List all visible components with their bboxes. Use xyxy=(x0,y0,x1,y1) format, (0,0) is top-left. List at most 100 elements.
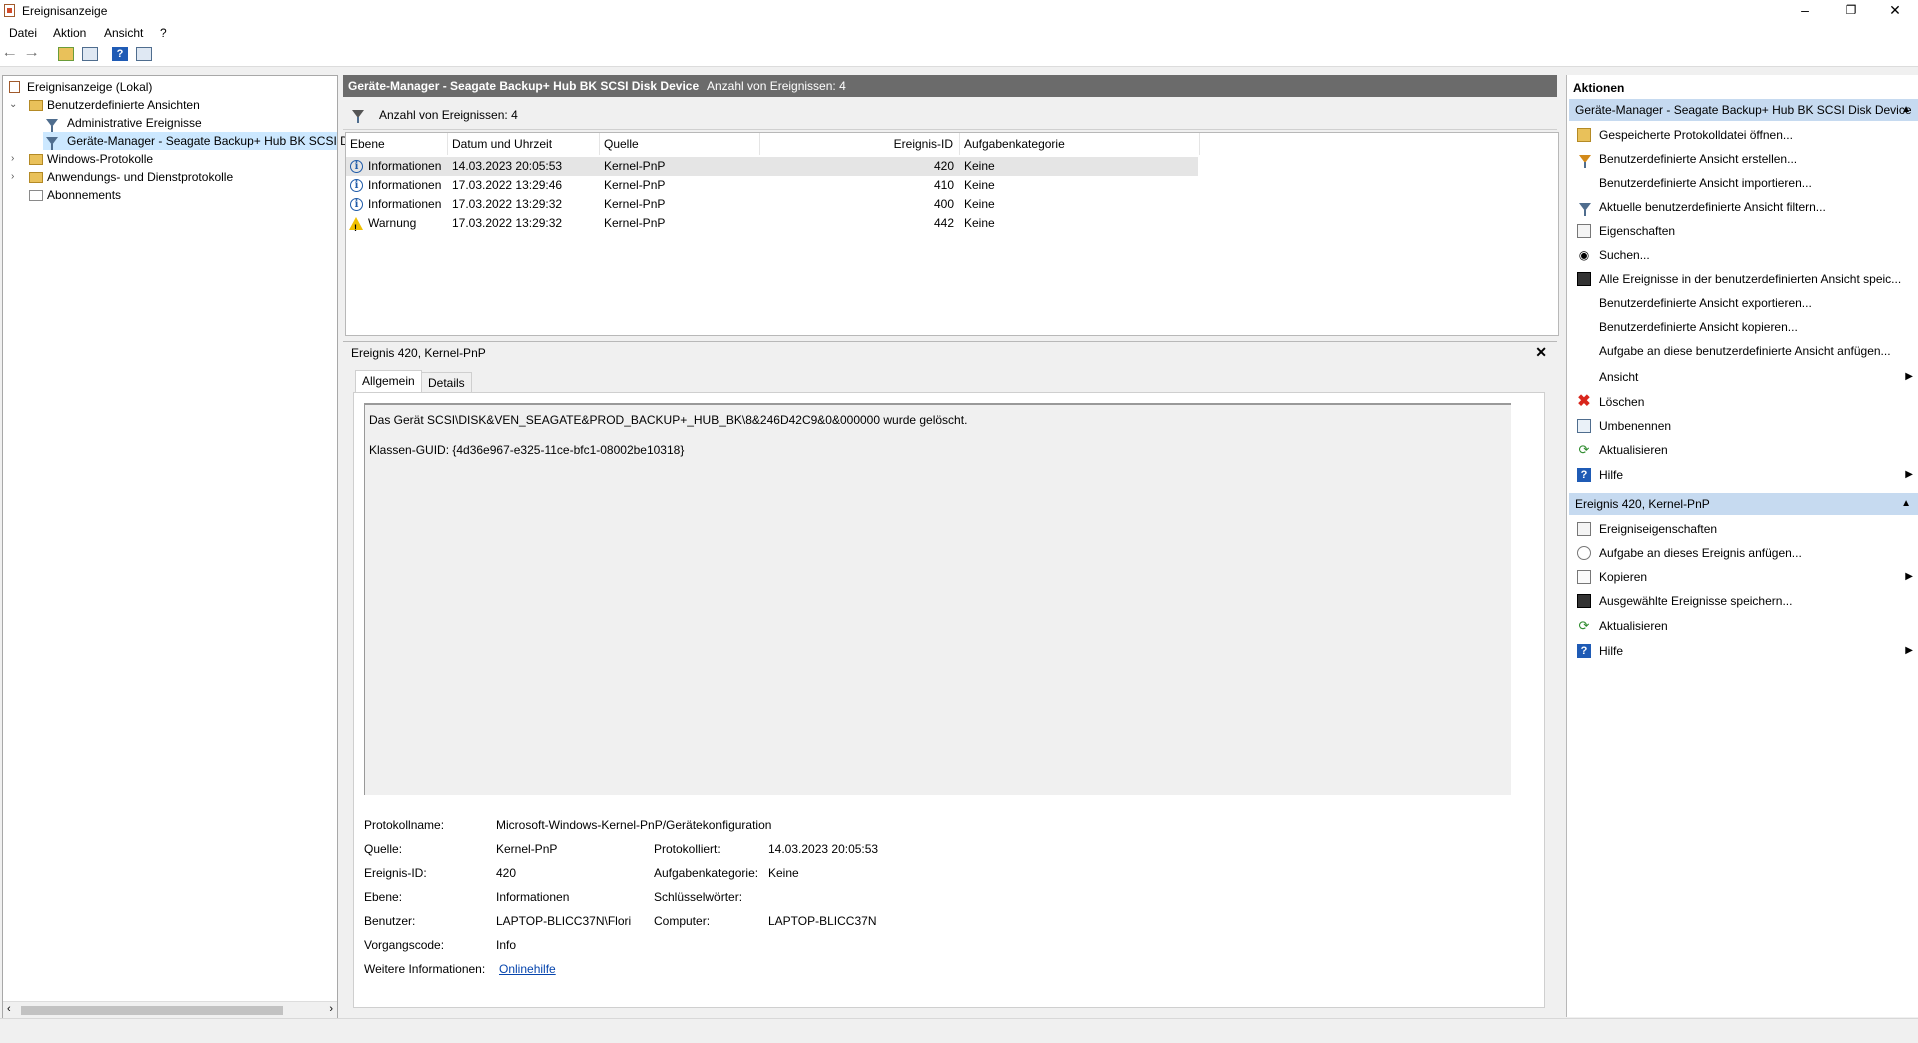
action-attach-task-event[interactable]: Aufgabe an dieses Ereignis anfügen... xyxy=(1569,541,1918,565)
info-icon: i xyxy=(350,198,363,211)
close-detail-icon[interactable]: ✕ xyxy=(1535,344,1547,361)
action-help-submenu[interactable]: ? Hilfe ▶ xyxy=(1569,463,1918,487)
menu-bar: Datei Aktion Ansicht ? xyxy=(0,22,1918,42)
view-title: Geräte-Manager - Seagate Backup+ Hub BK … xyxy=(348,79,700,93)
general-tab-content: Das Gerät SCSI\DISK&VEN_SEAGATE&PROD_BAC… xyxy=(353,392,1545,1008)
action-open-saved-log[interactable]: Gespeicherte Protokolldatei öffnen... xyxy=(1569,123,1918,147)
event-row[interactable]: Warnung 17.03.2022 13:29:32 Kernel-PnP 4… xyxy=(346,214,1198,238)
user-value: LAPTOP-BLICC37N\Flori xyxy=(496,914,632,928)
column-header-level[interactable]: Ebene xyxy=(346,133,448,155)
action-view-submenu[interactable]: Ansicht ▶ xyxy=(1569,365,1918,389)
computer-value: LAPTOP-BLICC37N xyxy=(768,914,877,928)
event-message-line: Das Gerät SCSI\DISK&VEN_SEAGATE&PROD_BAC… xyxy=(369,413,968,427)
filter-icon xyxy=(1579,203,1591,216)
source-label: Quelle: xyxy=(364,842,403,856)
action-import-custom-view[interactable]: Benutzerdefinierte Ansicht importieren..… xyxy=(1569,171,1918,195)
event-message-box[interactable]: Das Gerät SCSI\DISK&VEN_SEAGATE&PROD_BAC… xyxy=(364,403,1511,795)
action-rename[interactable]: Umbenennen xyxy=(1569,414,1918,438)
menu-help[interactable]: ? xyxy=(160,26,167,40)
column-header-source[interactable]: Quelle xyxy=(600,133,760,155)
tab-allgemein[interactable]: Allgemein xyxy=(355,370,422,393)
action-help-event-submenu[interactable]: ? Hilfe ▶ xyxy=(1569,639,1918,663)
event-row[interactable]: i Informationen 17.03.2022 13:29:32 Kern… xyxy=(346,195,1198,214)
actions-section-event[interactable]: Ereignis 420, Kernel-PnP ▲ xyxy=(1569,493,1918,515)
action-refresh[interactable]: ⟳ Aktualisieren xyxy=(1569,438,1918,462)
action-create-custom-view[interactable]: Benutzerdefinierte Ansicht erstellen... xyxy=(1569,147,1918,171)
tab-details[interactable]: Details xyxy=(421,372,472,393)
horizontal-scrollbar[interactable]: ‹ › xyxy=(3,1001,337,1018)
task-category-value: Keine xyxy=(768,866,799,880)
action-copy-submenu[interactable]: Kopieren ▶ xyxy=(1569,565,1918,589)
log-name-label: Protokollname: xyxy=(364,818,445,832)
event-list: Ebene Datum und Uhrzeit Quelle Ereignis-… xyxy=(345,132,1559,336)
event-viewer-app-icon xyxy=(4,4,15,17)
action-event-properties[interactable]: Ereigniseigenschaften xyxy=(1569,517,1918,541)
collapse-up-icon[interactable]: ▲ xyxy=(1901,493,1911,515)
menu-ansicht[interactable]: Ansicht xyxy=(104,26,143,40)
scroll-left-icon[interactable]: ‹ xyxy=(7,1003,11,1015)
column-header-task-category[interactable]: Aufgabenkategorie xyxy=(960,133,1200,155)
tree-item-admin-events[interactable]: Administrative Ereignisse xyxy=(7,114,327,132)
view-header: Geräte-Manager - Seagate Backup+ Hub BK … xyxy=(343,75,1557,97)
event-row[interactable]: i Informationen 14.03.2023 20:05:53 Kern… xyxy=(346,157,1198,176)
online-help-link[interactable]: Onlinehilfe xyxy=(499,962,556,976)
tree-item-windows-logs[interactable]: › Windows-Protokolle xyxy=(7,150,327,168)
tree-item-subscriptions[interactable]: Abonnements xyxy=(7,186,327,204)
action-find[interactable]: ◉ Suchen... xyxy=(1569,243,1918,267)
help-icon: ? xyxy=(1577,468,1591,482)
restore-button[interactable]: ❐ xyxy=(1828,0,1874,22)
expand-chevron-icon[interactable]: ⌄ xyxy=(9,96,17,114)
action-properties[interactable]: Eigenschaften xyxy=(1569,219,1918,243)
scroll-right-icon[interactable]: › xyxy=(329,1003,333,1015)
help-icon[interactable]: ? xyxy=(112,47,128,61)
action-refresh-event[interactable]: ⟳ Aktualisieren xyxy=(1569,614,1918,638)
forward-arrow-icon[interactable]: 🠂 xyxy=(26,47,42,61)
action-filter-current-view[interactable]: Aktuelle benutzerdefinierte Ansicht filt… xyxy=(1569,195,1918,219)
action-save-selected-events[interactable]: Ausgewählte Ereignisse speichern... xyxy=(1569,589,1918,613)
event-properties-icon xyxy=(1577,522,1591,536)
action-copy-custom-view[interactable]: Benutzerdefinierte Ansicht kopieren... xyxy=(1569,315,1918,339)
tree-item-custom-views[interactable]: ⌄ Benutzerdefinierte Ansichten xyxy=(7,96,327,114)
event-detail-pane: Allgemein Details Das Gerät SCSI\DISK&VE… xyxy=(345,364,1557,1016)
event-viewer-icon xyxy=(9,81,20,93)
warning-icon xyxy=(349,217,363,238)
filter-icon xyxy=(46,119,58,132)
scrollbar-thumb[interactable] xyxy=(21,1006,283,1015)
tree-item-device-view[interactable]: Geräte-Manager - Seagate Backup+ Hub BK … xyxy=(43,132,351,150)
minimize-button[interactable]: – xyxy=(1782,0,1828,22)
open-folder-icon xyxy=(1577,128,1591,142)
logged-value: 14.03.2023 20:05:53 xyxy=(768,842,879,856)
show-hide-console-tree-icon[interactable] xyxy=(82,47,98,61)
close-window-button[interactable]: ✕ xyxy=(1872,0,1918,22)
source-value: Kernel-PnP xyxy=(496,842,558,856)
show-hide-action-pane-icon[interactable] xyxy=(136,47,152,61)
back-arrow-icon[interactable]: 🠀 xyxy=(4,47,20,61)
column-header-datetime[interactable]: Datum und Uhrzeit xyxy=(448,133,600,155)
copy-icon xyxy=(1577,570,1591,584)
menu-aktion[interactable]: Aktion xyxy=(53,26,86,40)
properties-icon xyxy=(1577,224,1591,238)
menu-datei[interactable]: Datei xyxy=(9,26,37,40)
refresh-icon: ⟳ xyxy=(1578,442,1590,457)
info-icon: i xyxy=(350,160,363,173)
toolbar: 🠀 🠂 ? xyxy=(0,42,1918,67)
action-save-all-events[interactable]: Alle Ereignisse in der benutzerdefiniert… xyxy=(1569,267,1918,291)
collapse-up-icon[interactable]: ▲ xyxy=(1901,99,1911,121)
action-delete[interactable]: ✖ Löschen xyxy=(1569,390,1918,414)
event-row[interactable]: i Informationen 17.03.2022 13:29:46 Kern… xyxy=(346,176,1198,195)
save-disk-icon xyxy=(1577,272,1591,286)
refresh-icon: ⟳ xyxy=(1578,618,1590,633)
action-export-custom-view[interactable]: Benutzerdefinierte Ansicht exportieren..… xyxy=(1569,291,1918,315)
column-header-event-id[interactable]: Ereignis-ID xyxy=(760,133,960,155)
folder-up-icon[interactable] xyxy=(58,47,74,61)
collapse-chevron-icon[interactable]: › xyxy=(11,168,14,186)
actions-title: Aktionen xyxy=(1573,81,1625,95)
collapse-chevron-icon[interactable]: › xyxy=(11,150,14,168)
status-bar xyxy=(0,1018,1918,1043)
tree-item-app-logs[interactable]: › Anwendungs- und Dienstprotokolle xyxy=(7,168,327,186)
filter-icon xyxy=(46,137,58,150)
action-attach-task-view[interactable]: Aufgabe an diese benutzerdefinierte Ansi… xyxy=(1569,339,1918,363)
delete-x-icon: ✖ xyxy=(1577,393,1591,410)
actions-section-custom-view[interactable]: Geräte-Manager - Seagate Backup+ Hub BK … xyxy=(1569,99,1918,121)
filter-bar: Anzahl von Ereignissen: 4 xyxy=(343,99,1557,130)
